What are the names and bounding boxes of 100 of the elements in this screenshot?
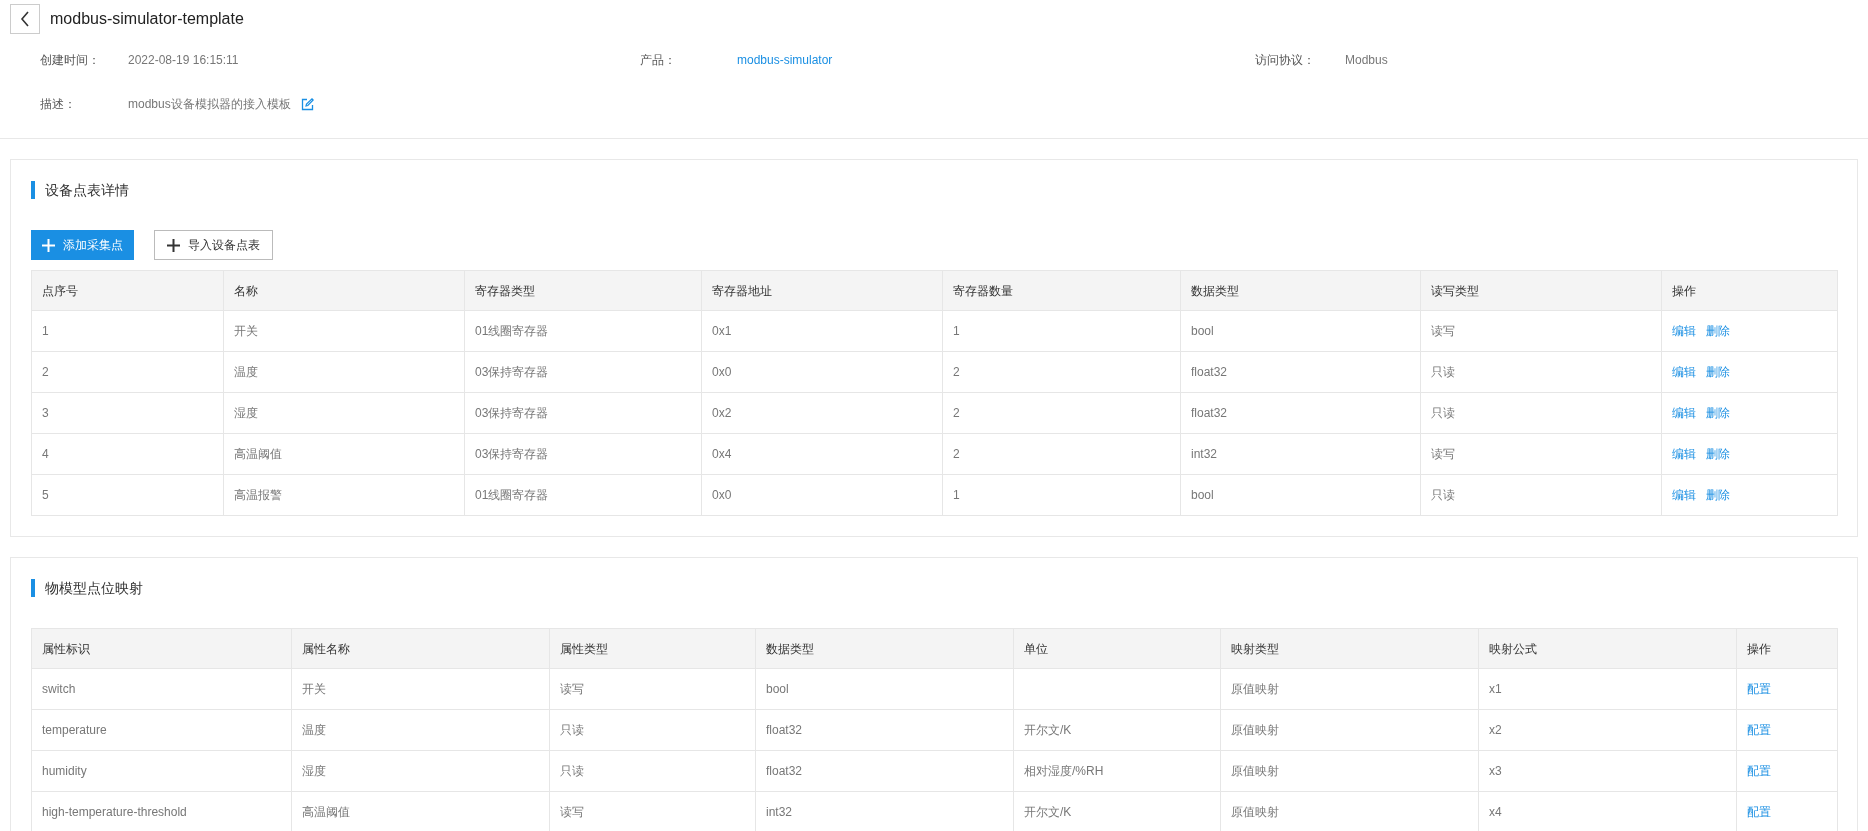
table-cell: 只读 [549, 750, 756, 792]
table-cell: int32 [1180, 433, 1421, 475]
column-header: 数据类型 [755, 628, 1014, 669]
table-cell: high-temperature-threshold [31, 791, 292, 831]
table-cell: switch [31, 668, 292, 710]
action-link[interactable]: 编辑 [1672, 363, 1696, 381]
table-cell: 2 [942, 351, 1181, 393]
table-cell: 开关 [291, 668, 550, 710]
section-title: 设备点表详情 [45, 180, 129, 200]
table-cell: float32 [1180, 351, 1421, 393]
table-cell: 湿度 [223, 392, 465, 434]
table-cell: 只读 [1420, 392, 1662, 434]
action-link[interactable]: 删除 [1706, 363, 1730, 381]
title-marker [31, 579, 35, 597]
field-label: 访问协议： [1255, 52, 1316, 69]
table-cell: 读写 [1420, 433, 1662, 475]
field-value: Modbus [1345, 52, 1388, 69]
table-cell: 只读 [1420, 351, 1662, 393]
column-header: 寄存器数量 [942, 270, 1181, 311]
table-cell: 03保持寄存器 [464, 351, 702, 393]
action-link[interactable]: 编辑 [1672, 445, 1696, 463]
action-link[interactable]: 删除 [1706, 404, 1730, 422]
table-cell: 0x0 [701, 351, 943, 393]
table-cell: bool [755, 668, 1014, 710]
column-header: 读写类型 [1420, 270, 1662, 311]
column-header: 映射类型 [1220, 628, 1479, 669]
table-cell: 原值映射 [1220, 750, 1479, 792]
table-cell: 读写 [1420, 310, 1662, 352]
product-link[interactable]: modbus-simulator [737, 51, 833, 69]
column-header: 操作 [1736, 628, 1838, 669]
table-cell: 4 [31, 433, 224, 475]
table-cell: 03保持寄存器 [464, 433, 702, 475]
table-cell: 01线圈寄存器 [464, 474, 702, 516]
import-button[interactable]: 导入设备点表 [154, 230, 273, 260]
back-icon [20, 11, 30, 27]
column-header: 属性标识 [31, 628, 292, 669]
title-marker [31, 181, 35, 199]
column-header: 寄存器地址 [701, 270, 943, 311]
column-header: 映射公式 [1478, 628, 1737, 669]
action-link[interactable]: 编辑 [1672, 486, 1696, 504]
table-cell: 湿度 [291, 750, 550, 792]
column-header: 单位 [1013, 628, 1221, 669]
column-header: 数据类型 [1180, 270, 1421, 311]
table-cell: x2 [1478, 709, 1737, 751]
table-cell: 2 [31, 351, 224, 393]
action-link[interactable]: 编辑 [1672, 404, 1696, 422]
table-cell: 1 [31, 310, 224, 352]
plus-icon [42, 238, 55, 252]
table-cell: bool [1180, 310, 1421, 352]
column-header: 点序号 [31, 270, 224, 311]
field-label: 产品： [640, 52, 677, 69]
column-header: 操作 [1661, 270, 1838, 311]
table-cell: 原值映射 [1220, 709, 1479, 751]
table-cell: 1 [942, 474, 1181, 516]
table-cell: 开尔文/K [1013, 709, 1221, 751]
section-title: 物模型点位映射 [45, 578, 143, 598]
action-link[interactable]: 删除 [1706, 486, 1730, 504]
table-cell: 只读 [549, 709, 756, 751]
back-button[interactable] [10, 4, 40, 34]
table-cell: 0x1 [701, 310, 943, 352]
field-value: modbus设备模拟器的接入模板 [128, 96, 291, 113]
table-cell: 温度 [291, 709, 550, 751]
action-link[interactable]: 配置 [1747, 721, 1771, 739]
table-cell: 0x4 [701, 433, 943, 475]
table-cell: 高温报警 [223, 474, 465, 516]
table-cell: 2 [942, 433, 1181, 475]
plus-icon [167, 238, 180, 252]
field-label: 创建时间： [40, 52, 101, 69]
table-cell: 0x2 [701, 392, 943, 434]
table-cell: x3 [1478, 750, 1737, 792]
table-cell: float32 [755, 709, 1014, 751]
table-cell: bool [1180, 474, 1421, 516]
table-cell: 只读 [1420, 474, 1662, 516]
table-cell: 温度 [223, 351, 465, 393]
add-point-button[interactable]: 添加采集点 [31, 230, 134, 260]
action-link[interactable]: 配置 [1747, 680, 1771, 698]
action-link[interactable]: 配置 [1747, 762, 1771, 780]
action-link[interactable]: 配置 [1747, 803, 1771, 821]
table-cell: 1 [942, 310, 1181, 352]
table-cell: 01线圈寄存器 [464, 310, 702, 352]
table-cell: 读写 [549, 668, 756, 710]
action-link[interactable]: 编辑 [1672, 322, 1696, 340]
table-cell: float32 [1180, 392, 1421, 434]
table-cell: 5 [31, 474, 224, 516]
table-cell: temperature [31, 709, 292, 751]
column-header: 寄存器类型 [464, 270, 702, 311]
page-title: modbus-simulator-template [50, 9, 244, 29]
table-cell: 0x0 [701, 474, 943, 516]
edit-icon[interactable] [300, 97, 314, 111]
table-cell: 3 [31, 392, 224, 434]
column-header: 名称 [223, 270, 465, 311]
table-cell: 开关 [223, 310, 465, 352]
table-cell: 2 [942, 392, 1181, 434]
table-cell: float32 [755, 750, 1014, 792]
field-label: 描述： [40, 96, 77, 113]
action-link[interactable]: 删除 [1706, 445, 1730, 463]
action-link[interactable]: 删除 [1706, 322, 1730, 340]
column-header: 属性名称 [291, 628, 550, 669]
field-value: 2022-08-19 16:15:11 [128, 52, 239, 69]
table-cell: 高温阈值 [223, 433, 465, 475]
